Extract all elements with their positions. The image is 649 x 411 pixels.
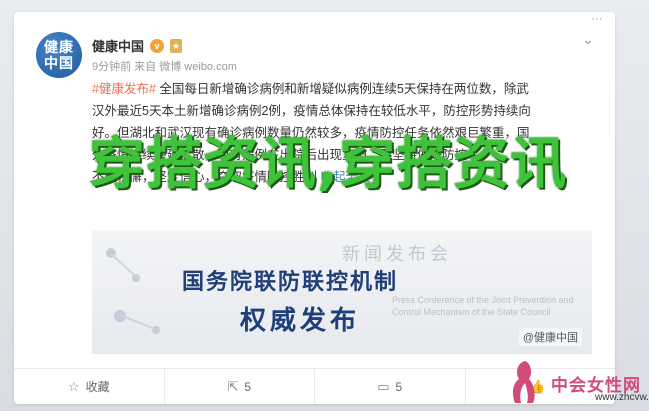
comment-count: 5 [395, 379, 403, 394]
molecule-bond [111, 254, 138, 279]
overlay-title: 穿搭资讯,穿搭资讯 [88, 132, 568, 197]
hashtag-link[interactable]: #健康发布# [92, 82, 156, 96]
image-watermark: @健康中国 [518, 328, 582, 346]
avatar[interactable]: 健康 中国 [36, 32, 82, 78]
more-options-icon[interactable]: ··· [583, 12, 611, 26]
image-title: 国务院联防联控机制 [182, 269, 399, 294]
member-badge-icon: ★ [170, 38, 183, 53]
author-row: 健康中国 v ★ [92, 36, 183, 55]
post-line-1: 全国每日新增确诊病例和新增疑似病例连续5天保持在两位数，除武 [159, 82, 529, 96]
site-logo: 中会女性网 www.zhcvw.com [495, 357, 649, 409]
post-line-2: 汉外最近5天本土新增确诊病例2例，疫情总体保持在较低水平，防控形势持续向 [92, 104, 531, 118]
avatar-text: 健康 中国 [44, 39, 74, 71]
verified-icon: v [150, 38, 165, 53]
author-name[interactable]: 健康中国 [92, 36, 144, 55]
post-image[interactable]: 新闻发布会 Press Conference of the Joint Prev… [92, 230, 592, 354]
chevron-down-icon[interactable]: ⌄ [581, 32, 595, 46]
weibo-post-card: ··· 健康 中国 健康中国 v ★ 9分钟前 来自 微博 weibo.com … [14, 12, 615, 404]
site-logo-url: www.zhcvw.com [595, 392, 649, 403]
molecule-bond [119, 314, 154, 330]
post-meta: 9分钟前 来自 微博 weibo.com [92, 61, 237, 73]
woman-silhouette-icon [512, 361, 535, 403]
share-button[interactable]: ⇱ 5 [165, 369, 315, 404]
favorite-button[interactable]: ☆ 收藏 [14, 369, 165, 404]
share-icon: ⇱ [227, 378, 239, 394]
comment-button[interactable]: ▭ 5 [315, 369, 466, 404]
image-subtitle: 权威发布 [240, 305, 361, 335]
favorite-label: 收藏 [85, 380, 110, 394]
star-icon: ☆ [67, 378, 80, 394]
image-background-subtext: Press Conference of the Joint Prevention… [392, 295, 574, 317]
image-background-text: 新闻发布会 [342, 244, 452, 264]
comment-icon: ▭ [377, 378, 390, 394]
share-count: 5 [244, 379, 252, 394]
